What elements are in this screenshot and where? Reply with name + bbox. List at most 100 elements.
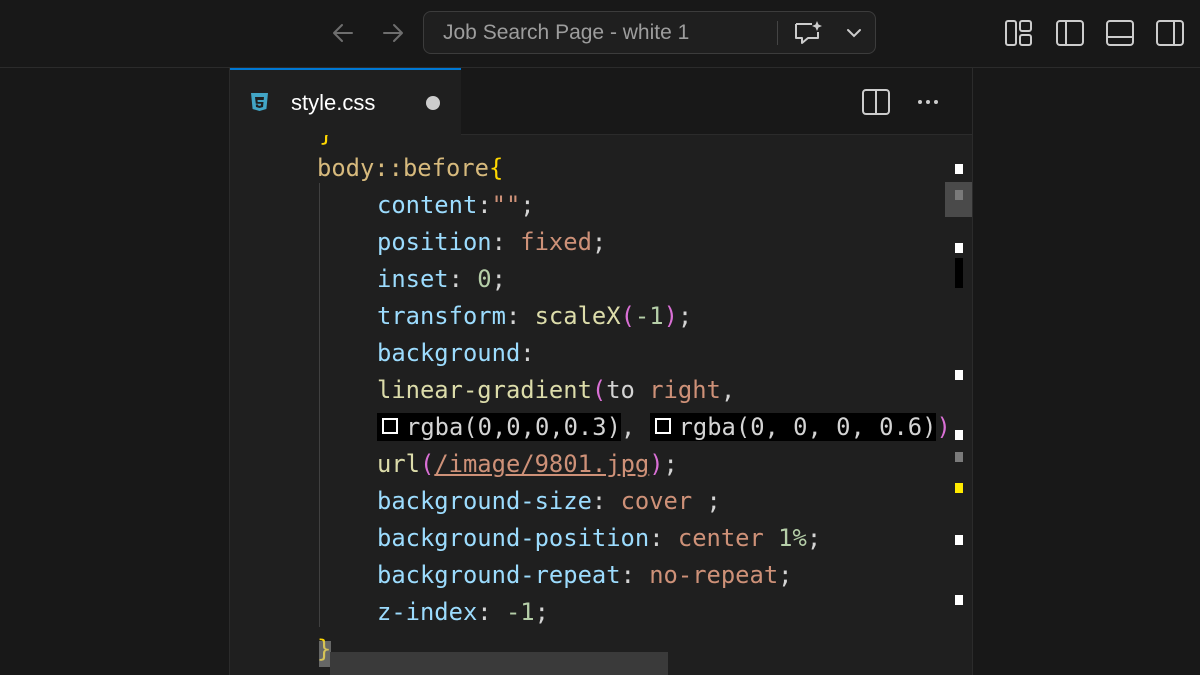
css-value: fixed: [520, 228, 592, 256]
customize-layout-icon[interactable]: [1004, 18, 1034, 48]
css3-icon: [251, 93, 268, 111]
css-function: linear-gradient: [377, 376, 592, 404]
css-value: right: [649, 376, 721, 404]
css-property: background-position: [377, 524, 650, 552]
code-line: url(/image/9801.jpg);: [377, 446, 678, 483]
colon: :: [477, 191, 492, 219]
paren: ): [663, 302, 678, 330]
back-button[interactable]: [328, 18, 358, 48]
overview-ruler-mark: [955, 243, 963, 253]
code-line: background-position: center 1%;: [377, 520, 821, 557]
semicolon: ;: [677, 302, 693, 330]
colon: :: [505, 302, 535, 330]
overview-ruler-mark: [955, 535, 963, 545]
url-link[interactable]: /image/9801.jpg: [434, 450, 649, 478]
code-line: inset: 0;: [377, 261, 506, 298]
color-swatch-icon[interactable]: [382, 417, 398, 434]
vertical-scrollbar[interactable]: [945, 135, 972, 675]
semicolon: ;: [778, 561, 793, 589]
code-line: content:"";: [377, 187, 535, 224]
code-line: body::before{: [317, 150, 503, 187]
css-number: 0: [477, 265, 492, 293]
code-line: background:: [377, 335, 535, 372]
paren: (: [419, 450, 435, 478]
unsaved-dot-icon[interactable]: [426, 96, 440, 110]
colon: :: [448, 265, 478, 293]
css-property: background-size: [377, 487, 592, 515]
colon: :: [591, 487, 621, 515]
command-center-search[interactable]: Job Search Page - white 1: [423, 11, 876, 54]
css-value: center: [677, 524, 764, 552]
split-editor-icon[interactable]: [861, 88, 891, 116]
css-number: -1: [505, 598, 535, 626]
overview-ruler-mark: [955, 430, 963, 440]
css-property: inset: [377, 265, 449, 293]
arrow-left-icon: [333, 24, 353, 42]
overview-ruler-mark: [955, 190, 963, 200]
color-swatch-icon[interactable]: [654, 417, 671, 434]
more-actions-icon[interactable]: [914, 88, 942, 116]
semicolon: ;: [534, 598, 549, 626]
open-brace: {: [488, 154, 504, 182]
code-line: linear-gradient(to right,: [377, 372, 735, 409]
code-line: z-index: -1;: [377, 594, 549, 631]
semicolon: ;: [520, 191, 535, 219]
overview-ruler-mark: [955, 595, 963, 605]
colon: :: [477, 598, 506, 626]
toggle-primary-sidebar-icon[interactable]: [1055, 18, 1085, 48]
chat-sparkle-icon[interactable]: [792, 19, 824, 47]
color-decorator-1[interactable]: rgba(0,0,0,0.3): [377, 413, 621, 441]
css-color: rgba(0, 0, 0, 0.6): [678, 413, 937, 441]
tab-label: style.css: [291, 90, 376, 115]
semicolon: ;: [806, 524, 822, 552]
arrow-right-icon: [383, 24, 403, 42]
css-selector: body::before: [317, 154, 489, 182]
overview-ruler-mark: [955, 258, 963, 288]
forward-button[interactable]: [378, 18, 408, 48]
css-value: cover: [620, 487, 693, 515]
css-property: z-index: [377, 598, 478, 626]
indent-guide: [319, 183, 320, 627]
code-line: background-size: cover ;: [377, 483, 721, 520]
css-property: position: [377, 228, 492, 256]
css-function: url: [377, 450, 420, 478]
color-decorator-2[interactable]: rgba(0, 0, 0, 0.6): [649, 413, 937, 441]
title-bar: Job Search Page - white 1: [0, 0, 1200, 68]
toggle-secondary-sidebar-icon[interactable]: [1155, 18, 1185, 48]
css-keyword: to: [606, 376, 635, 404]
code-line: transform: scaleX(-1);: [377, 298, 692, 335]
colon: :: [491, 228, 521, 256]
css-property: background: [377, 339, 521, 367]
editor-border-right: [972, 68, 973, 675]
code-line: background-repeat: no-repeat;: [377, 557, 793, 594]
tab-style-css[interactable]: style.css: [230, 68, 461, 135]
paren: (: [620, 302, 635, 330]
editor-tab-bar: style.css: [230, 68, 972, 135]
overview-ruler-mark: [955, 164, 963, 174]
css-color: rgba(0,0,0,0.3): [406, 413, 621, 441]
css-property: content: [377, 191, 478, 219]
semicolon: ;: [663, 450, 678, 478]
colon: :: [520, 339, 535, 367]
css-property: background-repeat: [377, 561, 621, 589]
command-center-text: Job Search Page - white 1: [443, 21, 690, 44]
left-area: [0, 68, 229, 675]
comma: ,: [720, 376, 736, 404]
code-line: position: fixed;: [377, 224, 606, 261]
css-number: 1%: [778, 524, 807, 552]
chevron-down-icon[interactable]: [844, 24, 864, 42]
semicolon: ;: [491, 265, 506, 293]
semicolon: ;: [591, 228, 607, 256]
css-property: transform: [377, 302, 506, 330]
colon: :: [649, 524, 678, 552]
colon: :: [620, 561, 650, 589]
divider: [777, 21, 778, 45]
toggle-panel-icon[interactable]: [1105, 18, 1135, 48]
code-line: rgba(0,0,0,0.3), rgba(0, 0, 0, 0.6)): [377, 409, 951, 446]
css-number: -1: [634, 302, 664, 330]
right-area: [973, 68, 1200, 675]
horizontal-scrollbar[interactable]: [330, 652, 668, 675]
css-value: "": [491, 191, 521, 219]
code-editor[interactable]: } body::before{ content:""; position: fi…: [230, 135, 972, 675]
overview-ruler-mark: [955, 370, 963, 380]
